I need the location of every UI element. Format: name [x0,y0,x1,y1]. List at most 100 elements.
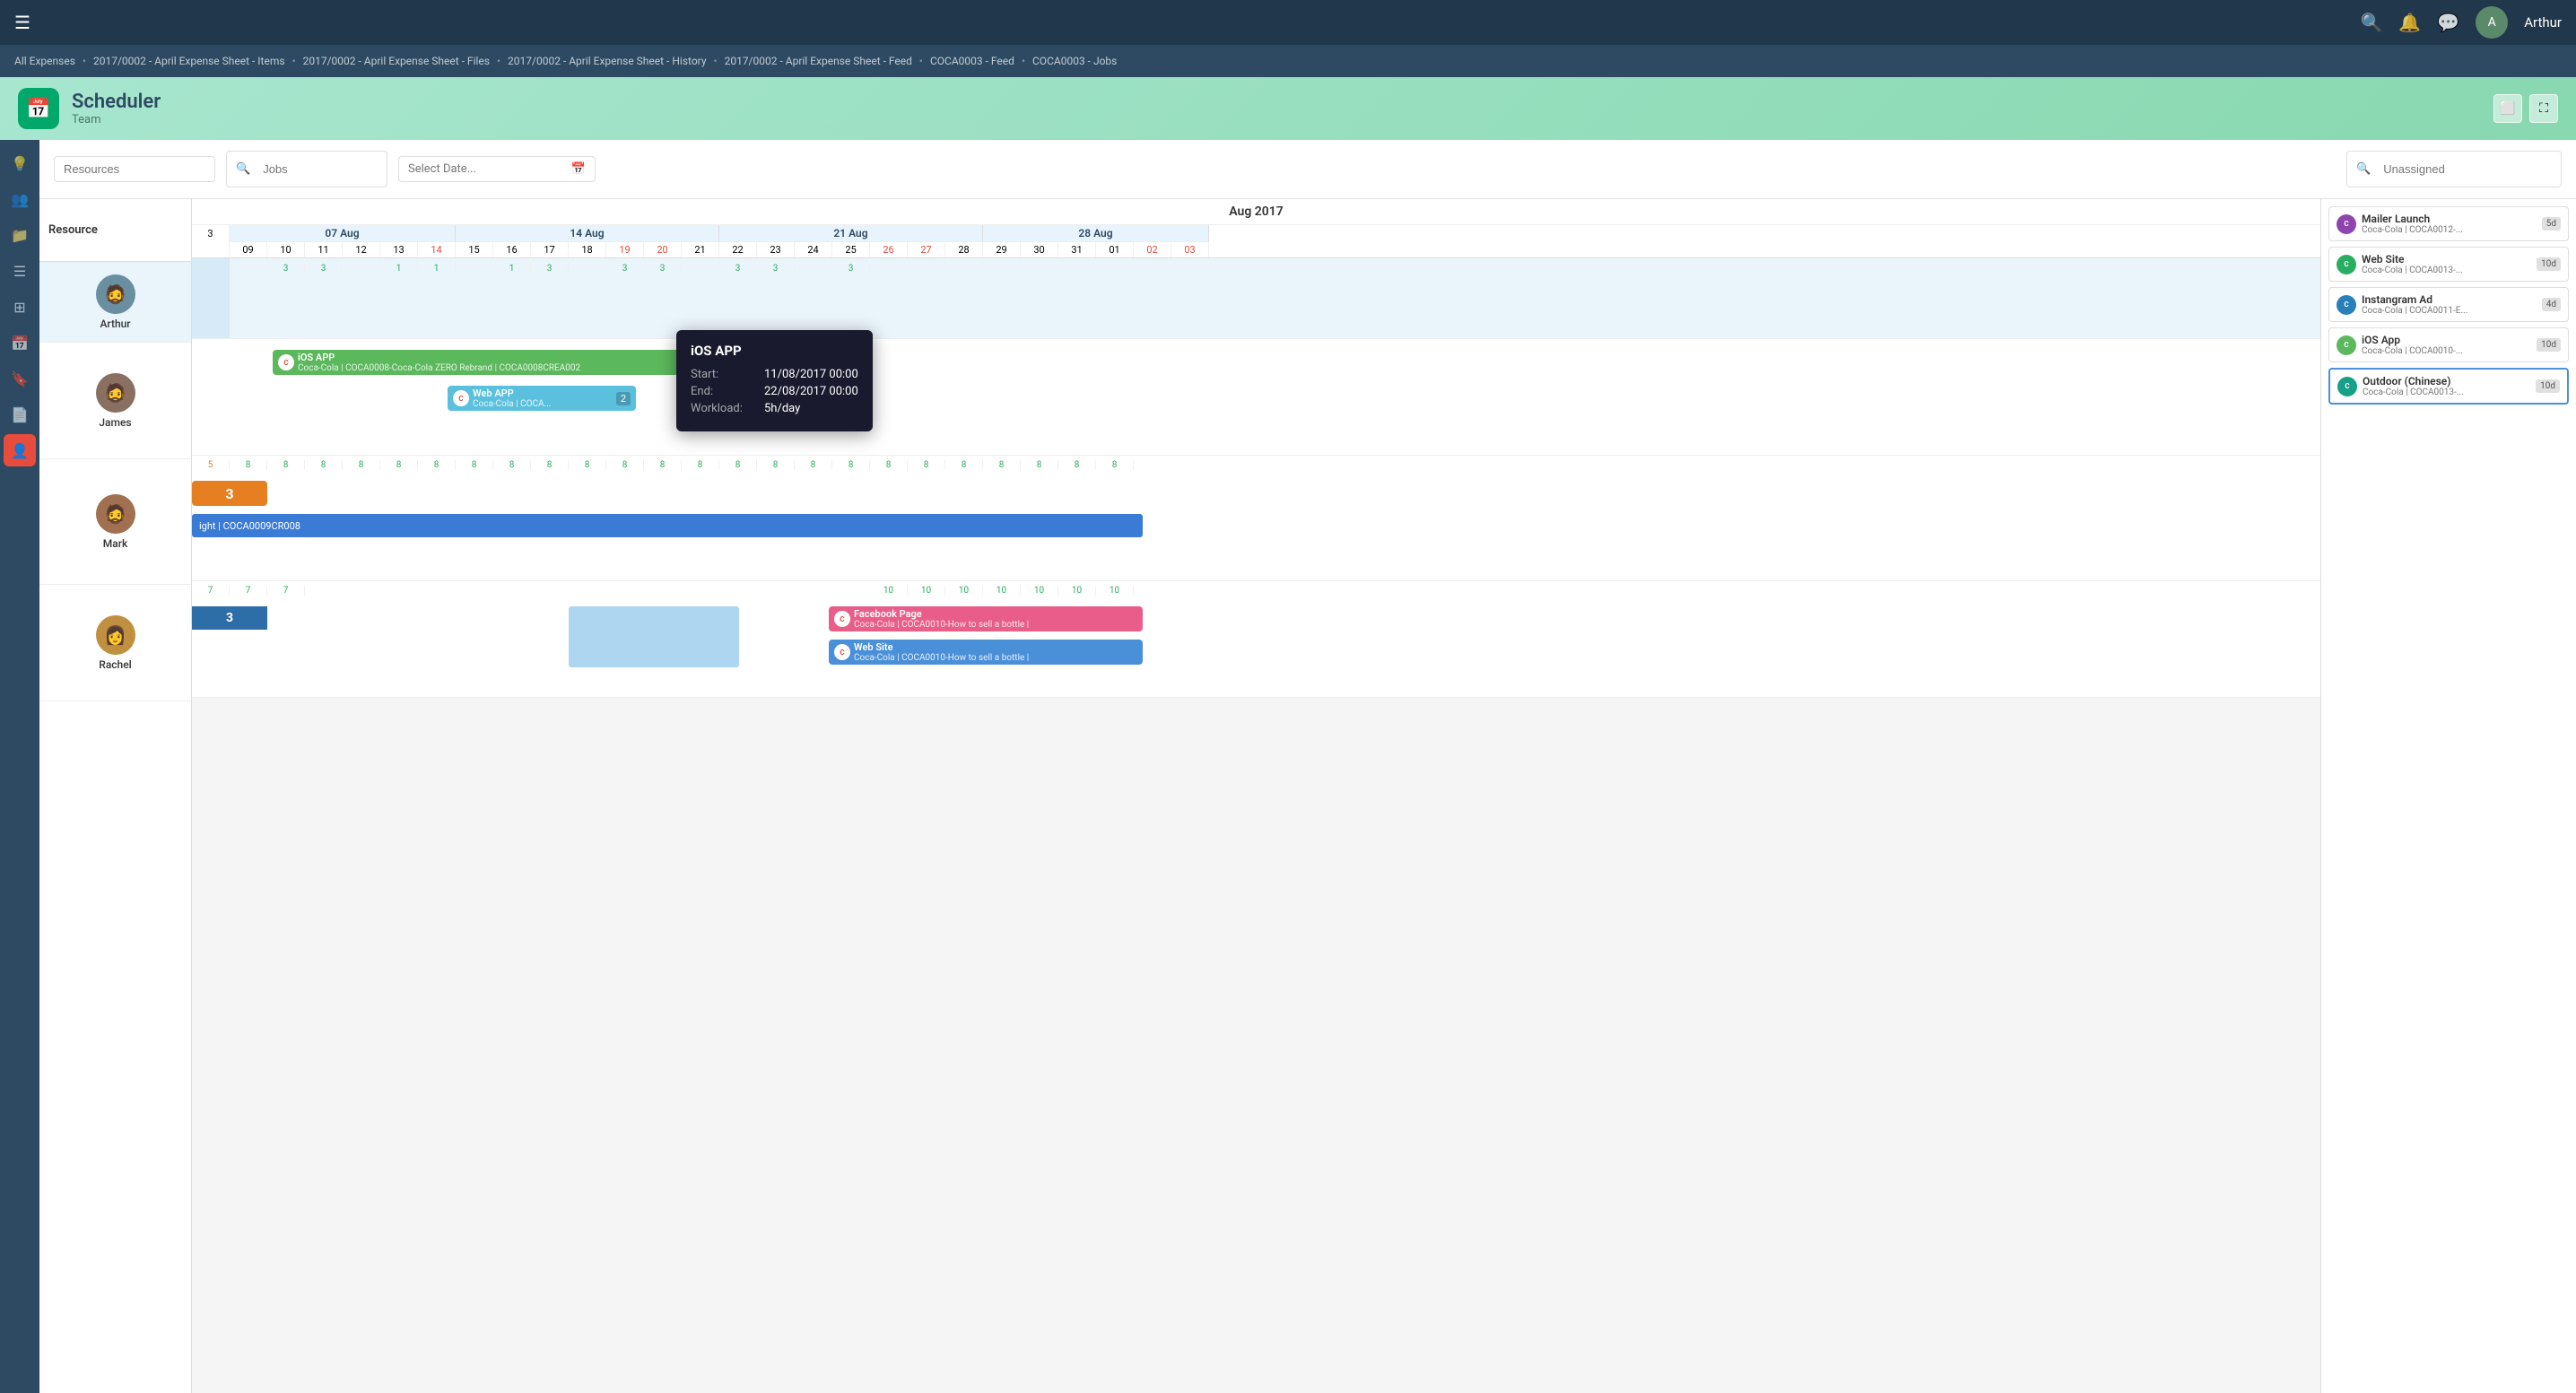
unassigned-item-instagram[interactable]: C Instangram Ad Coca-Cola | COCA0011-E..… [2328,287,2569,322]
resource-name-james: James [99,416,131,429]
breadcrumb-sep: • [714,55,718,67]
mark-numbers: 5 8 8 8 8 8 8 8 8 8 8 8 8 8 8 [192,456,2320,474]
mark-event-orange[interactable]: 3 [192,481,267,506]
sidebar: 💡 👥 📁 ☰ ⊞ 📅 🔖 📄 👤 [0,140,39,1393]
breadcrumb-item[interactable]: COCA0003 - Jobs [1032,55,1117,67]
james-grid-row: C iOS APP Coca-Cola | COCA0008-Coca-Cola… [192,339,2320,456]
jobs-search-container: 🔍 [226,151,387,187]
fullscreen-button[interactable]: ⛶ [2529,94,2558,123]
unassigned-search-icon: 🔍 [2356,162,2371,176]
breadcrumb-item[interactable]: All Expenses [14,55,75,67]
coca-cola-logo: C [834,611,850,627]
unassigned-search: 🔍 [2346,151,2562,187]
tooltip-start: Start: 11/08/2017 00:00 [691,368,858,381]
bell-icon[interactable]: 🔔 [2398,12,2421,33]
app-header-actions: ⬜ ⛶ [2493,94,2558,123]
resource-row-rachel: 👩 Rachel [39,585,191,701]
date-select-label: Select Date... [408,162,476,176]
unassigned-item-outdoor[interactable]: C Outdoor (Chinese) Coca-Cola | COCA0013… [2328,368,2569,405]
resource-name-rachel: Rachel [99,658,131,671]
hamburger-menu[interactable]: ☰ [14,12,30,33]
expand-button[interactable]: ⬜ [2493,94,2522,123]
content-area: 🔍 Select Date... 📅 🔍 Resource [39,140,2576,1393]
web-app-event-james[interactable]: C Web APP Coca-Cola | COCA... 2 [448,386,636,411]
coca-cola-logo: C [453,390,469,406]
unassigned-input[interactable] [2374,157,2536,181]
coca-cola-logo: C [834,644,850,660]
avatar-arthur: 🧔 [96,274,135,314]
app-title-block: Scheduler Team [72,91,161,126]
event-sub: Coca-Cola | COCA0010-How to sell a bottl… [854,653,1137,663]
unassigned-item-website[interactable]: C Web Site Coca-Cola | COCA0013-... 10d [2328,247,2569,282]
unassigned-text: Web Site Coca-Cola | COCA0013-... [2362,253,2531,275]
avatar[interactable]: A [2476,6,2508,39]
tooltip-title: iOS APP [691,343,858,359]
breadcrumb-sep: • [292,55,296,67]
breadcrumb-sep: • [1022,55,1025,67]
unassigned-item-ios[interactable]: C iOS App Coca-Cola | COCA0010-... 10d [2328,327,2569,362]
unassigned-duration: 10d [2536,379,2560,393]
sidebar-item-ideas[interactable]: 💡 [4,147,36,179]
week-group-4: 28 Aug 29 30 31 01 02 03 [983,225,1209,257]
calendar-icon: 📅 [571,162,586,176]
unassigned-logo: C [2337,295,2356,315]
avatar-mark: 🧔 [96,494,135,534]
tooltip-end: End: 22/08/2017 00:00 [691,385,858,398]
resource-panel: Resource 🧔 Arthur 🧔 James 🧔 Mark [39,199,192,1393]
event-sub: Coca-Cola | COCA0010-How to sell a bottl… [854,620,1137,630]
breadcrumb-item[interactable]: 2017/0002 - April Expense Sheet - Files [303,55,490,67]
breadcrumb-sep: • [83,55,86,67]
facebook-page-event[interactable]: C Facebook Page Coca-Cola | COCA0010-How… [829,606,1143,631]
resource-row-james: 🧔 James [39,343,191,459]
date-select[interactable]: Select Date... 📅 [398,156,596,182]
breadcrumb-item[interactable]: 2017/0002 - April Expense Sheet - Feed [725,55,912,67]
unassigned-text: Instangram Ad Coca-Cola | COCA0011-E... [2362,293,2537,316]
mark-long-event[interactable]: ight | COCA0009CR008 [192,514,1143,537]
week-group-1: 07 Aug 09 10 11 12 13 14 [230,225,456,257]
breadcrumb-sep: • [497,55,500,67]
coca-cola-logo: C [278,354,294,370]
sidebar-item-grid[interactable]: ⊞ [4,291,36,323]
resource-row-arthur: 🧔 Arthur [39,262,191,343]
breadcrumb-item[interactable]: 2017/0002 - April Expense Sheet - Histor… [508,55,706,67]
unassigned-item-mailer[interactable]: C Mailer Launch Coca-Cola | COCA0012-...… [2328,206,2569,241]
breadcrumb: All Expenses • 2017/0002 - April Expense… [0,45,2576,77]
event-title: Web Site [854,641,1137,653]
scheduler-body: Resource 🧔 Arthur 🧔 James 🧔 Mark [39,199,2576,1393]
jobs-input[interactable] [254,157,379,181]
sidebar-item-folders[interactable]: 📁 [4,219,36,251]
breadcrumb-item[interactable]: 2017/0002 - April Expense Sheet - Items [93,55,285,67]
sidebar-item-list[interactable]: ☰ [4,255,36,287]
week-group-3: 21 Aug 22 23 24 25 26 27 28 [719,225,983,257]
event-text: ight | COCA0009CR008 [199,520,300,532]
sidebar-item-bookmark[interactable]: 🔖 [4,362,36,395]
event-title: Facebook Page [854,608,1137,620]
sidebar-item-people[interactable]: 👥 [4,183,36,215]
event-count: 3 [225,485,233,502]
resources-input[interactable] [54,156,215,182]
month-label: Aug 2017 [1229,205,1284,219]
user-name[interactable]: Arthur [2524,14,2562,30]
tooltip-workload: Workload: 5h/day [691,402,858,415]
unassigned-logo: C [2337,255,2356,274]
breadcrumb-sep: • [919,55,923,67]
sidebar-item-user[interactable]: 👤 [4,434,36,466]
rachel-numbers: 7 7 7 [192,581,2320,599]
rachel-lightblue [569,606,739,667]
app-title: Scheduler [72,91,161,113]
arthur-grid-row: 3 3 3 1 1 1 3 3 3 3 [192,258,2320,339]
app-subtitle: Team [72,113,161,126]
unassigned-panel: C Mailer Launch Coca-Cola | COCA0012-...… [2320,199,2576,1393]
week-group-2: 14 Aug 15 16 17 18 19 20 21 [456,225,719,257]
unassigned-duration: 10d [2537,338,2561,352]
chat-icon[interactable]: 💬 [2437,12,2459,33]
event-title: Web APP [473,387,609,399]
sidebar-item-calendar[interactable]: 📅 [4,326,36,359]
search-icon[interactable]: 🔍 [2361,12,2383,33]
sidebar-item-document[interactable]: 📄 [4,398,36,431]
unassigned-text: Outdoor (Chinese) Coca-Cola | COCA0013-.… [2363,375,2530,397]
unassigned-duration: 10d [2537,257,2561,271]
web-site-event-rachel[interactable]: C Web Site Coca-Cola | COCA0010-How to s… [829,640,1143,665]
rachel-count: 3 [226,611,233,625]
breadcrumb-item[interactable]: COCA0003 - Feed [930,55,1014,67]
